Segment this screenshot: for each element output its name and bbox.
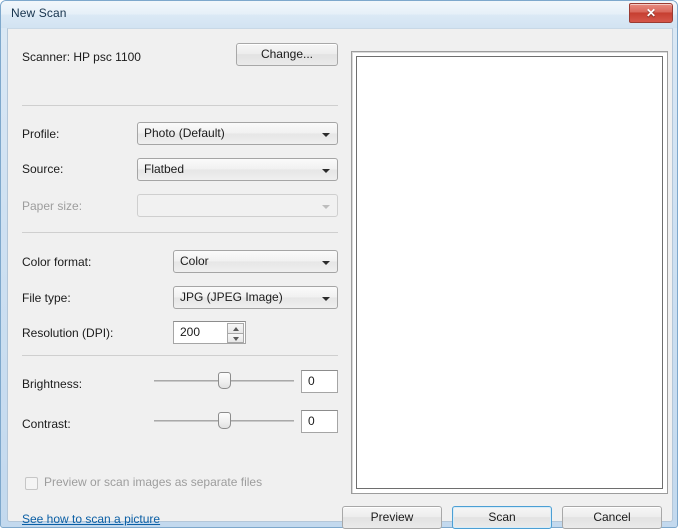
brightness-slider-thumb[interactable] [218,372,231,389]
separate-files-checkbox [25,477,38,490]
source-value: Flatbed [144,162,185,176]
chevron-down-icon [322,261,330,265]
cancel-button[interactable]: Cancel [562,506,662,529]
file-type-label: File type: [22,291,71,305]
resolution-label: Resolution (DPI): [22,326,114,340]
brightness-value: 0 [308,374,315,388]
brightness-value-field[interactable]: 0 [301,370,338,393]
profile-dropdown[interactable]: Photo (Default) [137,122,338,145]
separator-paper [22,232,338,233]
resolution-stepper[interactable]: 200 [173,321,246,344]
separator-resolution [22,355,338,356]
contrast-slider[interactable] [154,411,294,431]
contrast-label: Contrast: [22,417,71,431]
file-type-value: JPG (JPEG Image) [180,290,283,304]
profile-value: Photo (Default) [144,126,225,140]
dialog-client-area: Scanner: HP psc 1100 Change... Profile: … [7,28,673,529]
contrast-slider-thumb[interactable] [218,412,231,429]
scan-help-link[interactable]: See how to scan a picture [22,512,160,526]
chevron-down-icon [322,133,330,137]
close-icon: ✕ [645,6,657,20]
change-scanner-button[interactable]: Change... [236,43,338,66]
source-label: Source: [22,162,64,176]
brightness-slider[interactable] [154,371,294,391]
color-format-label: Color format: [22,255,92,269]
source-dropdown[interactable]: Flatbed [137,158,338,181]
contrast-value: 0 [308,414,315,428]
chevron-down-icon [322,205,330,209]
new-scan-dialog: New Scan ✕ Scanner: HP psc 1100 Change..… [0,0,678,529]
contrast-value-field[interactable]: 0 [301,410,338,433]
separator-scanner [22,105,338,106]
window-title: New Scan [11,6,67,20]
chevron-down-icon [322,169,330,173]
title-bar: New Scan ✕ [1,1,677,28]
color-format-value: Color [180,254,209,268]
color-format-dropdown[interactable]: Color [173,250,338,273]
scan-button[interactable]: Scan [452,506,552,529]
spinner-down-icon[interactable] [227,333,244,343]
resolution-spin-buttons [227,323,244,344]
preview-button[interactable]: Preview [342,506,442,529]
scan-preview-pane[interactable] [351,51,668,494]
file-type-dropdown[interactable]: JPG (JPEG Image) [173,286,338,309]
brightness-label: Brightness: [22,377,83,391]
scan-preview-canvas[interactable] [356,56,663,489]
scan-settings-pane: Scanner: HP psc 1100 Change... Profile: … [8,29,344,526]
resolution-value: 200 [180,325,201,339]
profile-label: Profile: [22,127,60,141]
chevron-down-icon [322,297,330,301]
scanner-label: Scanner: HP psc 1100 [22,50,141,64]
spinner-up-icon[interactable] [227,323,244,333]
separate-files-label: Preview or scan images as separate files [44,475,263,489]
paper-size-label: Paper size: [22,199,83,213]
paper-size-dropdown [137,194,338,217]
close-button[interactable]: ✕ [629,3,673,23]
